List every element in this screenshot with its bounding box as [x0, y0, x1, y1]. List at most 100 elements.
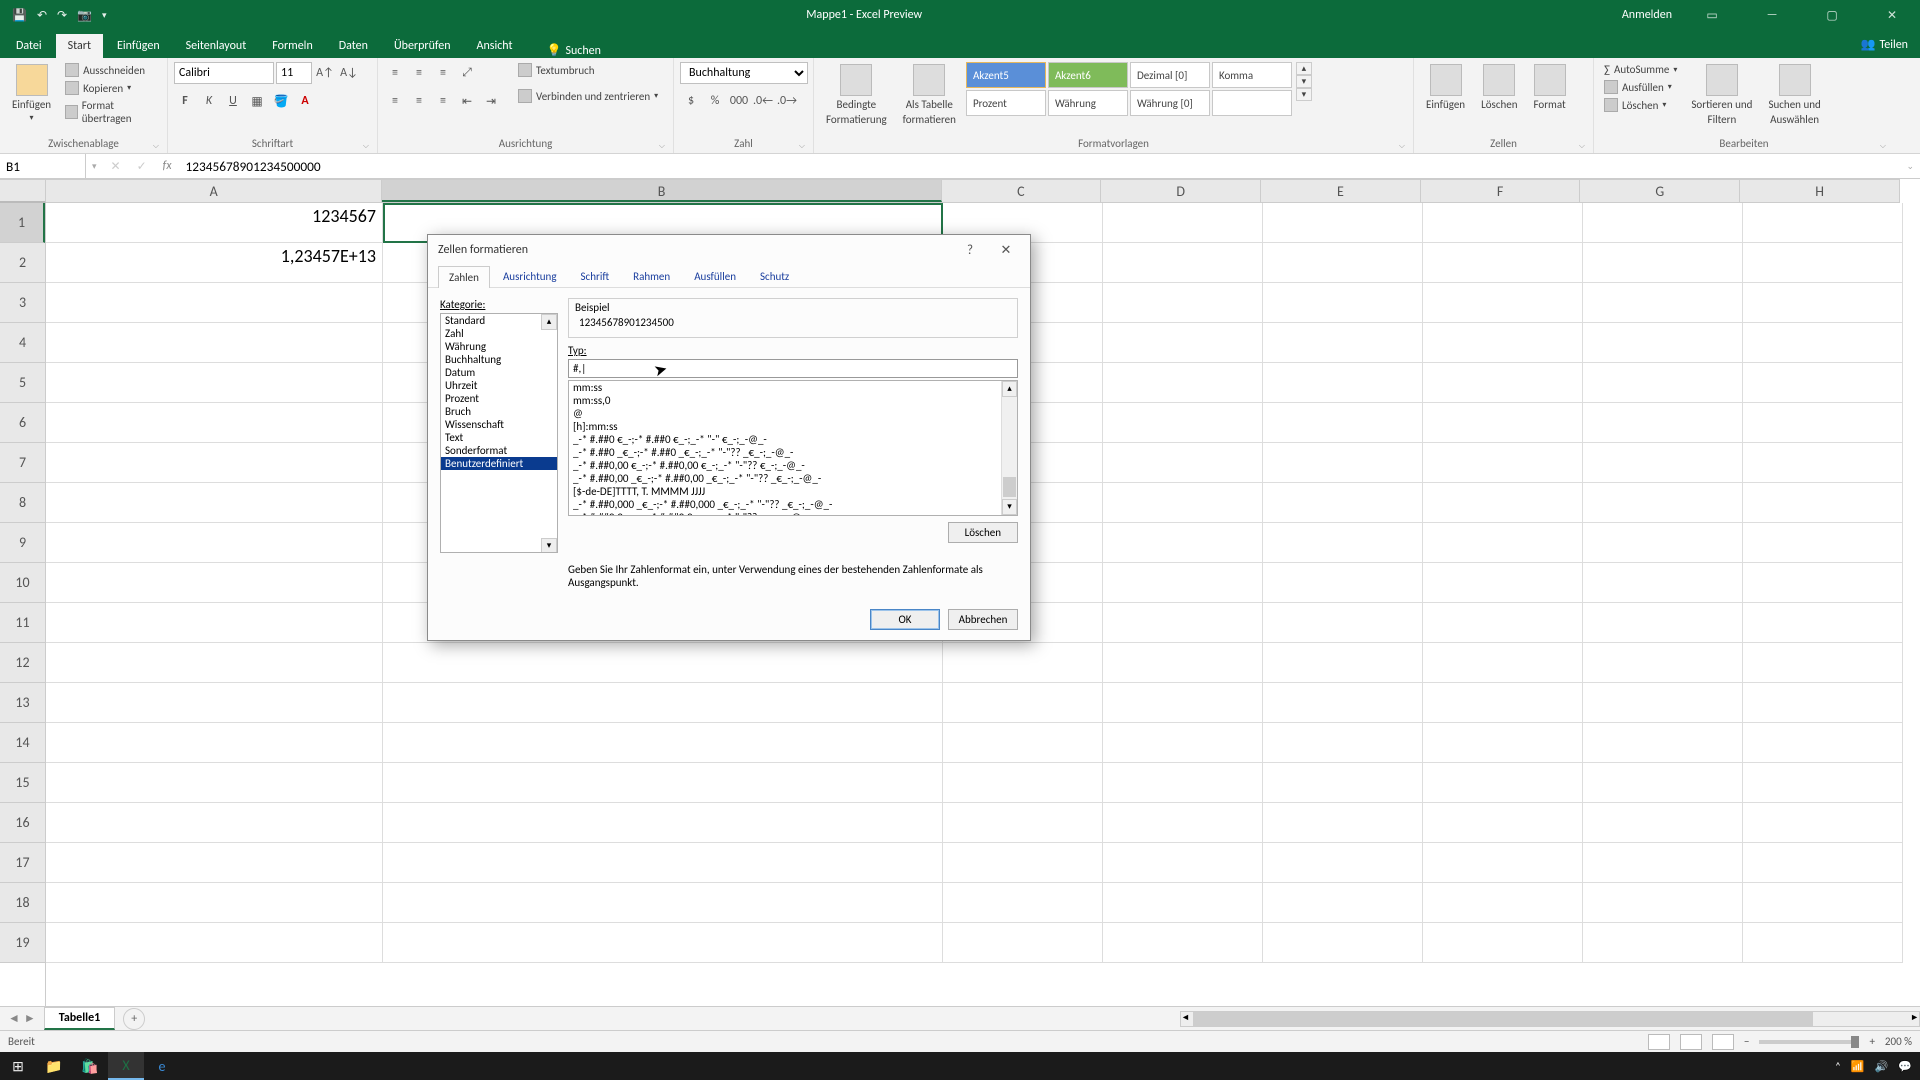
row-header-17[interactable]: 17	[0, 843, 45, 883]
style-percent[interactable]: Prozent	[966, 90, 1046, 116]
format-item[interactable]: _-* #.##0 €_-;-* #.##0 €_-;_-* "-" €_-;_…	[569, 433, 1017, 446]
style-currency[interactable]: Währung	[1048, 90, 1128, 116]
cell[interactable]	[46, 403, 383, 443]
catlist-scroll-down[interactable]: ▾	[541, 538, 557, 553]
cell[interactable]	[46, 323, 383, 363]
row-header-4[interactable]: 4	[0, 323, 45, 363]
cell[interactable]	[1743, 323, 1903, 363]
col-header-a[interactable]: A	[46, 180, 382, 202]
save-icon[interactable]: 💾	[12, 8, 27, 23]
format-cells-button[interactable]: Format	[1528, 62, 1572, 113]
row-header-13[interactable]: 13	[0, 683, 45, 723]
insert-cells-button[interactable]: Einfügen	[1420, 62, 1471, 113]
cell[interactable]	[943, 643, 1103, 683]
format-item[interactable]: _-* #.##0,00 €_-;-* #.##0,00 €_-;_-* "-"…	[569, 459, 1017, 472]
tab-next-icon[interactable]: ►	[24, 1011, 36, 1026]
col-header-g[interactable]: G	[1580, 180, 1740, 202]
cell[interactable]	[1263, 843, 1423, 883]
cell[interactable]	[1583, 843, 1743, 883]
category-item[interactable]: Datum	[441, 366, 557, 379]
cell[interactable]	[1263, 563, 1423, 603]
category-item[interactable]: Benutzerdefiniert	[441, 457, 557, 470]
cell[interactable]	[1743, 803, 1903, 843]
cell[interactable]	[383, 643, 943, 683]
cell[interactable]	[46, 803, 383, 843]
col-header-c[interactable]: C	[942, 180, 1102, 202]
row-header-9[interactable]: 9	[0, 523, 45, 563]
category-item[interactable]: Zahl	[441, 327, 557, 340]
cell[interactable]	[46, 363, 383, 403]
style-decimal0[interactable]: Dezimal [0]	[1130, 62, 1210, 88]
dialog-help-button[interactable]: ?	[956, 243, 984, 258]
category-item[interactable]: Uhrzeit	[441, 379, 557, 392]
tray-up-icon[interactable]: ˄	[1835, 1060, 1841, 1073]
cell[interactable]	[1423, 203, 1583, 243]
cell[interactable]	[1743, 683, 1903, 723]
category-item[interactable]: Bruch	[441, 405, 557, 418]
cell[interactable]	[46, 923, 383, 963]
category-item[interactable]: Buchhaltung	[441, 353, 557, 366]
dlg-tab-number[interactable]: Zahlen	[438, 266, 490, 288]
cell[interactable]	[1103, 483, 1263, 523]
cell[interactable]	[1583, 723, 1743, 763]
cell[interactable]	[1423, 683, 1583, 723]
cell[interactable]	[1263, 923, 1423, 963]
cell[interactable]	[46, 723, 383, 763]
cell[interactable]	[383, 803, 943, 843]
col-header-h[interactable]: H	[1740, 180, 1900, 202]
cell[interactable]	[1103, 403, 1263, 443]
zoom-value[interactable]: 200 %	[1885, 1035, 1912, 1048]
cell[interactable]	[1103, 323, 1263, 363]
redo-icon[interactable]: ↷	[57, 8, 67, 23]
dlg-tab-border[interactable]: Rahmen	[622, 265, 681, 287]
style-currency0[interactable]: Währung [0]	[1130, 90, 1210, 116]
ribbon-options-icon[interactable]: ▭	[1692, 8, 1732, 23]
taskbar-edge-icon[interactable]: e	[144, 1052, 180, 1080]
cell[interactable]	[46, 763, 383, 803]
cell[interactable]	[1263, 523, 1423, 563]
shrink-font-icon[interactable]: A↓	[338, 62, 360, 84]
cell[interactable]	[1583, 363, 1743, 403]
row-header-12[interactable]: 12	[0, 643, 45, 683]
align-top-icon[interactable]: ≡	[384, 62, 406, 84]
zoom-out-icon[interactable]: −	[1744, 1035, 1749, 1048]
cell[interactable]	[383, 923, 943, 963]
namebox-dropdown-icon[interactable]: ▾	[86, 161, 103, 172]
percent-icon[interactable]: %	[704, 90, 726, 112]
cut-button[interactable]: Ausschneiden	[61, 62, 161, 78]
category-item[interactable]: Prozent	[441, 392, 557, 405]
cell[interactable]	[1263, 683, 1423, 723]
ok-button[interactable]: OK	[870, 609, 940, 630]
cancel-button[interactable]: Abbrechen	[948, 609, 1018, 630]
cell[interactable]	[943, 803, 1103, 843]
autosum-button[interactable]: ∑AutoSumme▾	[1600, 62, 1681, 77]
start-button[interactable]: ⊞	[0, 1052, 36, 1080]
cell[interactable]	[1263, 363, 1423, 403]
cell[interactable]	[1423, 563, 1583, 603]
format-item[interactable]: _-* #.##0,0 _€_-;-* #.##0,0 _€_-;_-* "-"…	[569, 511, 1017, 516]
cell[interactable]	[1743, 763, 1903, 803]
cell[interactable]	[1423, 723, 1583, 763]
cell[interactable]	[383, 723, 943, 763]
dlg-tab-align[interactable]: Ausrichtung	[492, 265, 568, 287]
cell[interactable]	[46, 883, 383, 923]
orientation-icon[interactable]: ⤢	[456, 62, 478, 84]
tray-volume-icon[interactable]: 🔊	[1875, 1060, 1889, 1073]
align-center-icon[interactable]: ≡	[408, 90, 430, 112]
cell[interactable]	[383, 843, 943, 883]
cell[interactable]	[1423, 763, 1583, 803]
catlist-scroll-up[interactable]: ▴	[541, 314, 557, 330]
cell[interactable]	[1423, 323, 1583, 363]
cell[interactable]	[1103, 763, 1263, 803]
row-header-15[interactable]: 15	[0, 763, 45, 803]
fx-icon[interactable]: fx	[155, 159, 180, 173]
cell[interactable]	[1103, 203, 1263, 243]
cell[interactable]	[1743, 523, 1903, 563]
cell[interactable]	[1743, 603, 1903, 643]
cell[interactable]	[46, 683, 383, 723]
cell[interactable]	[943, 923, 1103, 963]
font-size-input[interactable]	[276, 62, 312, 84]
row-header-16[interactable]: 16	[0, 803, 45, 843]
share-button[interactable]: 👥Teilen	[1861, 37, 1909, 58]
cell[interactable]	[1423, 803, 1583, 843]
